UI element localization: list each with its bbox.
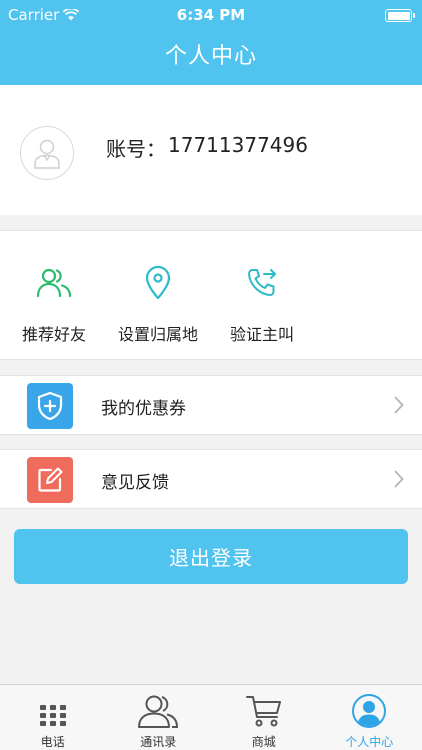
tab-contacts[interactable]: 通讯录 xyxy=(106,685,212,750)
account-number: 17711377496 xyxy=(168,133,308,157)
feedback-row[interactable]: 意见反馈 xyxy=(0,449,422,509)
feedback-label: 意见反馈 xyxy=(101,473,169,493)
page-title: 个人中心 xyxy=(164,44,257,69)
quick-action-label: 验证主叫 xyxy=(229,325,294,344)
edit-icon xyxy=(38,467,63,492)
feedback-icon-badge xyxy=(27,457,73,503)
profile-icon xyxy=(352,694,387,728)
tab-profile[interactable]: 个人中心 xyxy=(317,685,422,750)
logout-label: 退出登录 xyxy=(169,546,253,570)
coupon-icon-badge xyxy=(27,383,73,429)
verify-caller-button[interactable]: 验证主叫 xyxy=(226,263,298,345)
phone-forward-icon xyxy=(248,269,276,296)
tab-label: 电话 xyxy=(40,735,65,749)
contacts-icon xyxy=(138,695,179,728)
tab-bar: 电话 通讯录 商城 个人中心 xyxy=(0,684,422,750)
quick-actions: 推荐好友 设置归属地 验证主叫 xyxy=(0,230,422,360)
set-location-button[interactable]: 设置归属地 xyxy=(113,263,203,345)
battery-icon xyxy=(385,9,415,22)
recommend-friends-button[interactable]: 推荐好友 xyxy=(18,263,90,345)
status-time: 6:34 PM xyxy=(176,6,246,24)
tab-label: 商城 xyxy=(251,735,276,749)
logout-button[interactable]: 退出登录 xyxy=(14,529,408,584)
chevron-right-icon xyxy=(394,396,404,414)
tab-phone[interactable]: 电话 xyxy=(0,685,106,750)
dialpad-icon xyxy=(39,705,66,726)
chevron-right-icon xyxy=(394,470,404,488)
tab-mall[interactable]: 商城 xyxy=(211,685,317,750)
avatar-icon xyxy=(34,139,60,169)
location-pin-icon xyxy=(145,265,171,300)
account-info: 账号： 17711377496 xyxy=(106,133,308,162)
account-label: 账号： xyxy=(106,137,166,161)
account-section: 账号： 17711377496 xyxy=(0,85,422,215)
my-coupons-row[interactable]: 我的优惠券 xyxy=(0,375,422,435)
status-bar: Carrier 6:34 PM xyxy=(0,0,422,30)
friends-icon xyxy=(36,268,72,298)
shield-plus-icon xyxy=(37,391,63,421)
tab-label: 个人中心 xyxy=(345,735,394,749)
tab-label: 通讯录 xyxy=(140,735,177,749)
my-coupons-label: 我的优惠券 xyxy=(101,399,186,419)
quick-action-label: 设置归属地 xyxy=(117,325,198,344)
header: Carrier 6:34 PM 个人中心 xyxy=(0,0,422,85)
avatar[interactable] xyxy=(20,126,74,180)
quick-action-label: 推荐好友 xyxy=(21,325,86,344)
cart-icon xyxy=(245,696,281,727)
